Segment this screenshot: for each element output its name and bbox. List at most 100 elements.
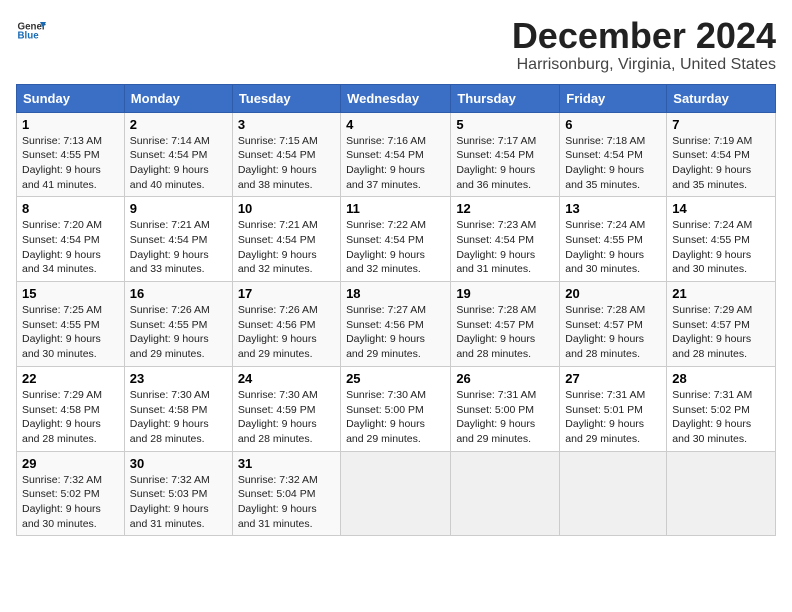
calendar-cell: 1 Sunrise: 7:13 AM Sunset: 4:55 PM Daylig… <box>17 112 125 197</box>
day-info: Sunrise: 7:21 AM Sunset: 4:54 PM Dayligh… <box>238 219 318 275</box>
calendar-cell: 5 Sunrise: 7:17 AM Sunset: 4:54 PM Daylig… <box>451 112 560 197</box>
calendar-cell: 13Sunrise: 7:24 AM Sunset: 4:55 PM Dayli… <box>560 197 667 282</box>
column-header-wednesday: Wednesday <box>341 84 451 112</box>
day-info: Sunrise: 7:28 AM Sunset: 4:57 PM Dayligh… <box>565 304 645 360</box>
day-number: 11 <box>346 201 445 216</box>
calendar-cell: 3 Sunrise: 7:15 AM Sunset: 4:54 PM Daylig… <box>232 112 340 197</box>
calendar-cell <box>341 451 451 536</box>
day-info: Sunrise: 7:26 AM Sunset: 4:55 PM Dayligh… <box>130 304 210 360</box>
day-info: Sunrise: 7:29 AM Sunset: 4:58 PM Dayligh… <box>22 389 102 445</box>
calendar-cell: 24 Sunrise: 7:30 AM Sunset: 4:59 PM Dayli… <box>232 366 340 451</box>
calendar-title: December 2024 <box>512 16 776 56</box>
day-number: 16 <box>130 286 227 301</box>
calendar-cell: 8 Sunrise: 7:20 AM Sunset: 4:54 PM Daylig… <box>17 197 125 282</box>
column-header-sunday: Sunday <box>17 84 125 112</box>
week-row: 1 Sunrise: 7:13 AM Sunset: 4:55 PM Daylig… <box>17 112 776 197</box>
header-row: SundayMondayTuesdayWednesdayThursdayFrid… <box>17 84 776 112</box>
day-number: 23 <box>130 371 227 386</box>
day-number: 27 <box>565 371 661 386</box>
day-info: Sunrise: 7:24 AM Sunset: 4:55 PM Dayligh… <box>565 219 645 275</box>
calendar-cell: 25Sunrise: 7:30 AM Sunset: 5:00 PM Dayli… <box>341 366 451 451</box>
day-info: Sunrise: 7:31 AM Sunset: 5:01 PM Dayligh… <box>565 389 645 445</box>
day-number: 20 <box>565 286 661 301</box>
day-number: 25 <box>346 371 445 386</box>
day-number: 29 <box>22 456 119 471</box>
day-info: Sunrise: 7:20 AM Sunset: 4:54 PM Dayligh… <box>22 219 102 275</box>
week-row: 29 Sunrise: 7:32 AM Sunset: 5:02 PM Dayli… <box>17 451 776 536</box>
calendar-cell: 27 Sunrise: 7:31 AM Sunset: 5:01 PM Dayli… <box>560 366 667 451</box>
column-header-friday: Friday <box>560 84 667 112</box>
day-info: Sunrise: 7:26 AM Sunset: 4:56 PM Dayligh… <box>238 304 318 360</box>
calendar-cell: 29 Sunrise: 7:32 AM Sunset: 5:02 PM Dayli… <box>17 451 125 536</box>
day-number: 1 <box>22 117 119 132</box>
day-info: Sunrise: 7:14 AM Sunset: 4:54 PM Dayligh… <box>130 135 210 191</box>
day-info: Sunrise: 7:16 AM Sunset: 4:54 PM Dayligh… <box>346 135 426 191</box>
day-info: Sunrise: 7:24 AM Sunset: 4:55 PM Dayligh… <box>672 219 752 275</box>
week-row: 8 Sunrise: 7:20 AM Sunset: 4:54 PM Daylig… <box>17 197 776 282</box>
day-number: 14 <box>672 201 770 216</box>
day-info: Sunrise: 7:15 AM Sunset: 4:54 PM Dayligh… <box>238 135 318 191</box>
calendar-cell: 16 Sunrise: 7:26 AM Sunset: 4:55 PM Dayli… <box>124 282 232 367</box>
day-number: 28 <box>672 371 770 386</box>
day-number: 7 <box>672 117 770 132</box>
day-number: 15 <box>22 286 119 301</box>
calendar-cell: 20 Sunrise: 7:28 AM Sunset: 4:57 PM Dayli… <box>560 282 667 367</box>
calendar-cell: 2Sunrise: 7:14 AM Sunset: 4:54 PM Daylig… <box>124 112 232 197</box>
column-header-saturday: Saturday <box>667 84 776 112</box>
day-info: Sunrise: 7:32 AM Sunset: 5:02 PM Dayligh… <box>22 474 102 530</box>
column-header-tuesday: Tuesday <box>232 84 340 112</box>
day-number: 8 <box>22 201 119 216</box>
calendar-cell <box>667 451 776 536</box>
calendar-body: 1 Sunrise: 7:13 AM Sunset: 4:55 PM Daylig… <box>17 112 776 536</box>
day-info: Sunrise: 7:32 AM Sunset: 5:03 PM Dayligh… <box>130 474 210 530</box>
day-number: 19 <box>456 286 554 301</box>
column-header-thursday: Thursday <box>451 84 560 112</box>
day-number: 3 <box>238 117 335 132</box>
calendar-cell: 21Sunrise: 7:29 AM Sunset: 4:57 PM Dayli… <box>667 282 776 367</box>
calendar-cell: 11Sunrise: 7:22 AM Sunset: 4:54 PM Dayli… <box>341 197 451 282</box>
calendar-cell: 31Sunrise: 7:32 AM Sunset: 5:04 PM Dayli… <box>232 451 340 536</box>
day-info: Sunrise: 7:31 AM Sunset: 5:00 PM Dayligh… <box>456 389 536 445</box>
day-info: Sunrise: 7:17 AM Sunset: 4:54 PM Dayligh… <box>456 135 536 191</box>
calendar-cell: 18 Sunrise: 7:27 AM Sunset: 4:56 PM Dayli… <box>341 282 451 367</box>
day-number: 9 <box>130 201 227 216</box>
calendar-cell: 10 Sunrise: 7:21 AM Sunset: 4:54 PM Dayli… <box>232 197 340 282</box>
title-section: December 2024 Harrisonburg, Virginia, Un… <box>512 16 776 74</box>
logo-icon: General Blue <box>16 16 46 46</box>
column-header-monday: Monday <box>124 84 232 112</box>
day-number: 12 <box>456 201 554 216</box>
day-number: 21 <box>672 286 770 301</box>
calendar-cell: 23 Sunrise: 7:30 AM Sunset: 4:58 PM Dayli… <box>124 366 232 451</box>
day-info: Sunrise: 7:30 AM Sunset: 4:58 PM Dayligh… <box>130 389 210 445</box>
day-info: Sunrise: 7:27 AM Sunset: 4:56 PM Dayligh… <box>346 304 426 360</box>
calendar-cell: 22 Sunrise: 7:29 AM Sunset: 4:58 PM Dayli… <box>17 366 125 451</box>
week-row: 22 Sunrise: 7:29 AM Sunset: 4:58 PM Dayli… <box>17 366 776 451</box>
calendar-cell: 17Sunrise: 7:26 AM Sunset: 4:56 PM Dayli… <box>232 282 340 367</box>
calendar-cell: 28 Sunrise: 7:31 AM Sunset: 5:02 PM Dayli… <box>667 366 776 451</box>
page-header: General Blue December 2024 Harrisonburg,… <box>16 16 776 74</box>
calendar-cell: 12Sunrise: 7:23 AM Sunset: 4:54 PM Dayli… <box>451 197 560 282</box>
calendar-cell: 19 Sunrise: 7:28 AM Sunset: 4:57 PM Dayli… <box>451 282 560 367</box>
day-number: 18 <box>346 286 445 301</box>
day-number: 6 <box>565 117 661 132</box>
day-number: 22 <box>22 371 119 386</box>
day-info: Sunrise: 7:30 AM Sunset: 4:59 PM Dayligh… <box>238 389 318 445</box>
day-info: Sunrise: 7:25 AM Sunset: 4:55 PM Dayligh… <box>22 304 102 360</box>
svg-text:Blue: Blue <box>18 31 40 42</box>
day-info: Sunrise: 7:19 AM Sunset: 4:54 PM Dayligh… <box>672 135 752 191</box>
day-number: 24 <box>238 371 335 386</box>
calendar-cell <box>560 451 667 536</box>
calendar-cell: 15 Sunrise: 7:25 AM Sunset: 4:55 PM Dayli… <box>17 282 125 367</box>
day-number: 30 <box>130 456 227 471</box>
calendar-cell: 26Sunrise: 7:31 AM Sunset: 5:00 PM Dayli… <box>451 366 560 451</box>
calendar-cell: 6Sunrise: 7:18 AM Sunset: 4:54 PM Daylig… <box>560 112 667 197</box>
day-info: Sunrise: 7:28 AM Sunset: 4:57 PM Dayligh… <box>456 304 536 360</box>
day-info: Sunrise: 7:31 AM Sunset: 5:02 PM Dayligh… <box>672 389 752 445</box>
day-info: Sunrise: 7:13 AM Sunset: 4:55 PM Dayligh… <box>22 135 102 191</box>
day-number: 5 <box>456 117 554 132</box>
calendar-subtitle: Harrisonburg, Virginia, United States <box>512 56 776 74</box>
logo: General Blue <box>16 16 46 46</box>
calendar-cell <box>451 451 560 536</box>
day-number: 10 <box>238 201 335 216</box>
calendar-cell: 7 Sunrise: 7:19 AM Sunset: 4:54 PM Daylig… <box>667 112 776 197</box>
